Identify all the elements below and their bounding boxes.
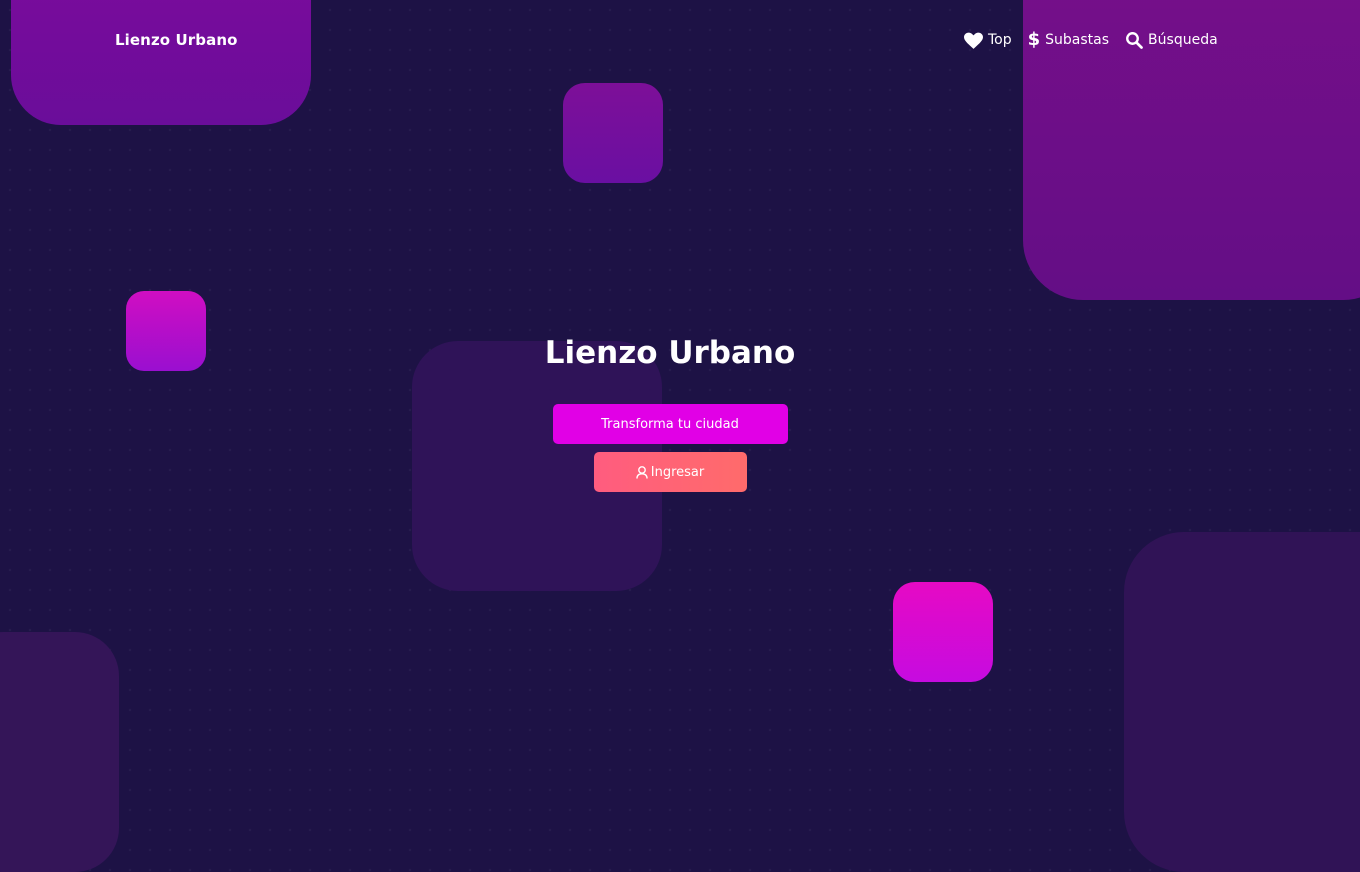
decorative-shape-small-left [126,291,206,371]
login-button[interactable]: Ingresar [593,452,747,492]
main-navigation: Top $ Subastas Búsqueda [964,31,1218,49]
decorative-shape-small-right [893,582,993,682]
user-icon [636,465,648,479]
brand-logo-link[interactable]: Lienzo Urbano [115,31,238,49]
hero-title: Lienzo Urbano [544,335,796,371]
nav-item-busqueda[interactable]: Búsqueda [1125,31,1218,49]
dollar-icon: $ [1027,29,1041,50]
transform-city-button[interactable]: Transforma tu ciudad [552,404,788,444]
nav-item-subastas[interactable]: $ Subastas [1028,31,1109,49]
heart-icon [964,32,983,49]
nav-item-label: Top [988,32,1012,48]
login-button-label: Ingresar [650,464,705,480]
decorative-shape-top-left [11,0,311,125]
nav-item-label: Búsqueda [1148,32,1218,48]
nav-item-label: Subastas [1045,32,1110,48]
decorative-shape-small-top [563,83,663,183]
hero-section: Lienzo Urbano Transforma tu ciudad Ingre… [470,330,870,492]
search-icon [1125,31,1143,49]
decorative-shape-bottom-left [0,632,119,872]
nav-item-top[interactable]: Top [964,32,1012,49]
decorative-shape-bottom-right [1124,532,1360,872]
